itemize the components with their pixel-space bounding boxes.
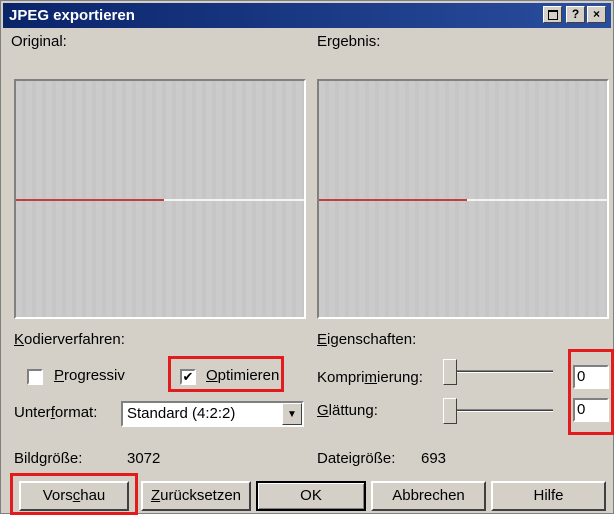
compression-input[interactable]: 0 <box>573 365 609 389</box>
original-preview-pane <box>14 79 306 319</box>
dropdown-arrow-button[interactable]: ▼ <box>282 403 302 425</box>
original-label: Original: <box>11 33 67 50</box>
subformat-select[interactable]: Standard (4:2:2) ▼ <box>121 401 304 427</box>
encoding-label: Kodierverfahren: <box>14 331 125 348</box>
subformat-value: Standard (4:2:2) <box>127 405 236 422</box>
image-size-value: 3072 <box>127 450 161 467</box>
maximize-icon <box>547 10 558 20</box>
chevron-down-icon: ▼ <box>287 409 297 420</box>
optimize-checkbox[interactable]: ✔ <box>180 369 196 385</box>
jpeg-export-dialog: JPEG exportieren ? × Original: Ergebnis:… <box>0 0 614 515</box>
preview-button-label: Vorschau <box>42 487 106 504</box>
title-bar[interactable]: JPEG exportieren ? × <box>3 3 611 28</box>
value-inputs-highlight <box>568 349 614 435</box>
smoothing-label: Glättung: <box>317 402 378 419</box>
close-icon: × <box>592 7 600 21</box>
compression-label: Komprimierung: <box>317 369 423 386</box>
smoothing-slider-track[interactable] <box>446 409 553 412</box>
reset-button-label: Zurücksetzen <box>150 487 242 504</box>
compression-slider-thumb[interactable] <box>443 359 457 385</box>
subformat-label: Unterformat: <box>14 404 98 421</box>
smoothing-slider-thumb[interactable] <box>443 398 457 424</box>
cancel-button[interactable]: Abbrechen <box>371 481 486 511</box>
properties-label: Eigenschaften: <box>317 331 417 348</box>
file-size-label: Dateigröße: <box>317 450 396 467</box>
close-button[interactable]: × <box>587 6 606 23</box>
help-icon: ? <box>571 7 580 21</box>
help-button-label: Hilfe <box>533 487 564 504</box>
image-size-label: Bildgröße: <box>14 450 83 467</box>
ok-button[interactable]: OK <box>256 481 366 511</box>
ok-button-label: OK <box>300 487 322 504</box>
help-title-button[interactable]: ? <box>566 6 585 23</box>
help-button[interactable]: Hilfe <box>491 481 606 511</box>
progressive-label[interactable]: Progressiv <box>54 367 125 385</box>
smoothing-input[interactable]: 0 <box>573 398 609 422</box>
reset-button[interactable]: Zurücksetzen <box>141 481 251 511</box>
result-label: Ergebnis: <box>317 33 381 50</box>
preview-button[interactable]: Vorschau <box>19 481 129 511</box>
result-preview-pane <box>317 79 609 319</box>
file-size-value: 693 <box>421 450 447 467</box>
checkmark-icon: ✔ <box>182 369 194 384</box>
cancel-button-label: Abbrechen <box>392 487 465 504</box>
compression-slider-track[interactable] <box>446 370 553 373</box>
optimize-label[interactable]: Optimieren <box>206 367 279 385</box>
window-title: JPEG exportieren <box>9 7 135 24</box>
progressive-checkbox[interactable] <box>27 369 43 385</box>
maximize-button[interactable] <box>543 6 562 23</box>
